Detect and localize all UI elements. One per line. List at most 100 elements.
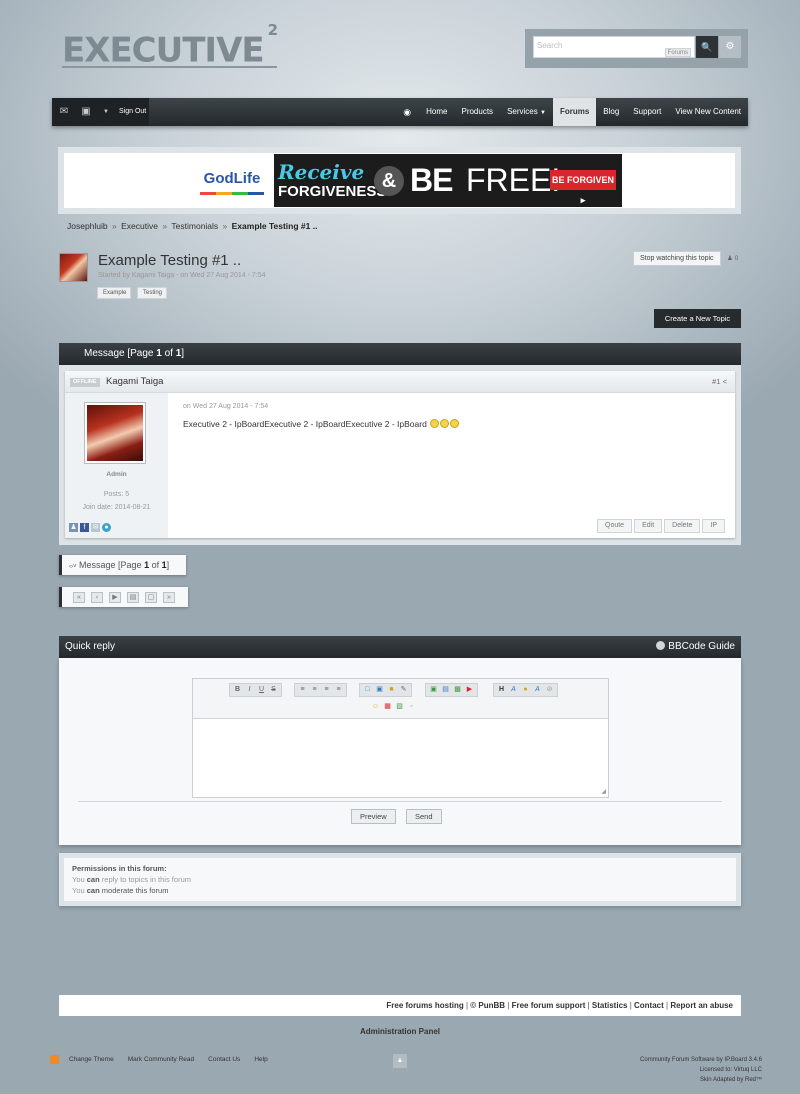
breadcrumb-separator: » [159,221,170,231]
nav-support[interactable]: Support [626,98,668,126]
inbox-icon[interactable]: ✉ [58,106,70,118]
next-topic-icon[interactable]: ▶ [109,592,121,603]
ad-banner-frame: GodLife Receive FORGIVENESS & BE FREE! B… [58,147,741,214]
admin-panel-link[interactable]: Administration Panel [0,1027,800,1036]
nav-services[interactable]: Services ▼ [500,98,553,126]
site-logo[interactable]: EXECUTIVE2 [62,21,278,70]
clear-format-icon[interactable]: ⊘ [544,685,555,695]
hide-icon[interactable]: ✎ [398,685,409,695]
underline-icon[interactable]: U [256,685,267,695]
heading-icon[interactable]: H [496,685,507,695]
italic-icon[interactable]: I [244,685,255,695]
date-icon[interactable]: ▦ [382,702,393,712]
post-permalink[interactable]: #1 < [712,377,727,386]
create-topic-button[interactable]: Create a New Topic [654,309,741,328]
website-icon[interactable]: ● [102,523,111,532]
quote-icon[interactable]: □ [362,685,373,695]
footer-punbb-link[interactable]: © PunBB [470,1001,505,1010]
bookmark-icon[interactable]: ▢ [145,592,157,603]
nav-view-new-content[interactable]: View New Content [668,98,748,126]
bold-icon[interactable]: B [232,685,243,695]
sign-out-link[interactable]: Sign Out [119,98,146,126]
stop-watching-button[interactable]: Stop watching this topic [633,251,721,266]
resize-handle-icon[interactable]: ◢ [601,789,606,795]
align-center-icon[interactable]: ≡ [309,685,320,695]
tag-example[interactable]: Example [97,287,132,299]
breadcrumb-forum[interactable]: Executive [121,221,158,231]
search-input[interactable]: Search Forums [533,36,695,58]
table-icon[interactable]: ▧ [394,702,405,712]
search-scope-badge[interactable]: Forums [664,48,691,57]
footer-support-link[interactable]: Free forum support [512,1001,586,1010]
bbcode-guide-link[interactable]: BBCode Guide [656,636,735,658]
change-theme-link[interactable]: Change Theme [69,1056,114,1063]
godlife-ad[interactable]: GodLife Receive FORGIVENESS & BE FREE! B… [190,154,622,207]
nav-blog[interactable]: Blog [596,98,626,126]
print-icon[interactable]: ▤ [127,592,139,603]
post-actions: Qoute Edit Delete IP [597,519,725,533]
topic-tools: « ‹ ▶ ▤ ▢ » [59,587,188,607]
credit-software[interactable]: Community Forum Software by IP.Board 3.4… [640,1055,762,1065]
breadcrumb-home[interactable]: Josephluib [67,221,108,231]
gear-icon[interactable]: ⚙ [719,36,741,58]
post-header: OFFLINE Kagami Taiga #1 < [65,371,735,393]
delete-button[interactable]: Delete [664,519,701,533]
mark-read-link[interactable]: Mark Community Read [128,1056,194,1063]
align-left-icon[interactable]: ≡ [297,685,308,695]
rss-icon[interactable] [50,1055,59,1064]
map-pin-icon[interactable]: ◉ [403,107,419,118]
edit-button[interactable]: Edit [634,519,663,533]
pm-icon[interactable]: ✉ [91,523,100,532]
back-to-top-icon[interactable]: ▲ [393,1054,407,1068]
help-link[interactable]: Help [254,1056,267,1063]
ad-cta-button[interactable]: BE FORGIVEN ▸ [550,170,616,205]
nav-forums[interactable]: Forums [552,98,597,126]
preview-button[interactable]: Preview [351,809,396,824]
search-icon[interactable]: 🔍 [696,36,718,58]
last-page-icon[interactable]: » [163,592,175,603]
image-icon[interactable]: ▣ [428,685,439,695]
footer-contact-link[interactable]: Contact [634,1001,664,1010]
tag-testing[interactable]: Testing [137,287,168,299]
flash-icon[interactable]: ▩ [452,685,463,695]
avatar[interactable] [84,402,146,464]
contact-us-link[interactable]: Contact Us [208,1056,240,1063]
link-icon[interactable]: ▤ [440,685,451,695]
youtube-icon[interactable]: ▶ [464,685,475,695]
font-size-icon[interactable]: A [532,685,543,695]
facebook-icon[interactable]: f [80,523,89,532]
align-right-icon[interactable]: ≡ [321,685,332,695]
quote-button[interactable]: Qoute [597,519,633,533]
followers-count[interactable]: ♟ 0 [727,254,738,262]
pagination-toggle-icon[interactable]: ‹›˅ [69,564,77,570]
code-icon[interactable]: ▣ [374,685,385,695]
post-author[interactable]: Kagami Taiga [106,376,163,387]
font-icon[interactable]: A [508,685,519,695]
caret-down-icon[interactable]: ▼ [102,106,110,118]
permission-reply: You can reply to topics in this forum [72,875,728,884]
moderate-link[interactable]: moderate this forum [102,886,169,895]
nav-products[interactable]: Products [454,98,500,126]
ip-button[interactable]: IP [702,519,725,533]
send-button[interactable]: Send [406,809,442,824]
strike-icon[interactable]: S [268,685,279,695]
media-group: ▣ ▤ ▩ ▶ [425,683,478,697]
user-profile-icon[interactable]: ♟ [69,523,78,532]
prev-topic-icon[interactable]: ‹ [91,592,103,603]
footer-report-link[interactable]: Report an abuse [670,1001,733,1010]
reply-textarea[interactable] [193,720,608,797]
breadcrumb-current: Example Testing #1 .. [231,221,318,231]
spoiler-icon[interactable]: ■ [386,685,397,695]
footer-statistics-link[interactable]: Statistics [592,1001,628,1010]
breadcrumb-subforum[interactable]: Testimonials [171,221,218,231]
justify-icon[interactable]: ≡ [333,685,344,695]
reply-editor: B I U S ≡ ≡ ≡ ≡ □ ▣ ■ ✎ ▣ ▤ ▩ ▶ H A ● A … [192,678,609,798]
first-page-icon[interactable]: « [73,592,85,603]
color-icon[interactable]: ● [520,685,531,695]
profile-card-icon[interactable]: ▣ [80,106,92,118]
nav-home[interactable]: Home [419,98,454,126]
topic-author-avatar[interactable] [59,253,88,282]
footer-hosting-link[interactable]: Free forums hosting [386,1001,463,1010]
source-icon[interactable]: ▫ [406,702,417,712]
smiley-picker-icon[interactable]: ☺ [370,702,381,712]
